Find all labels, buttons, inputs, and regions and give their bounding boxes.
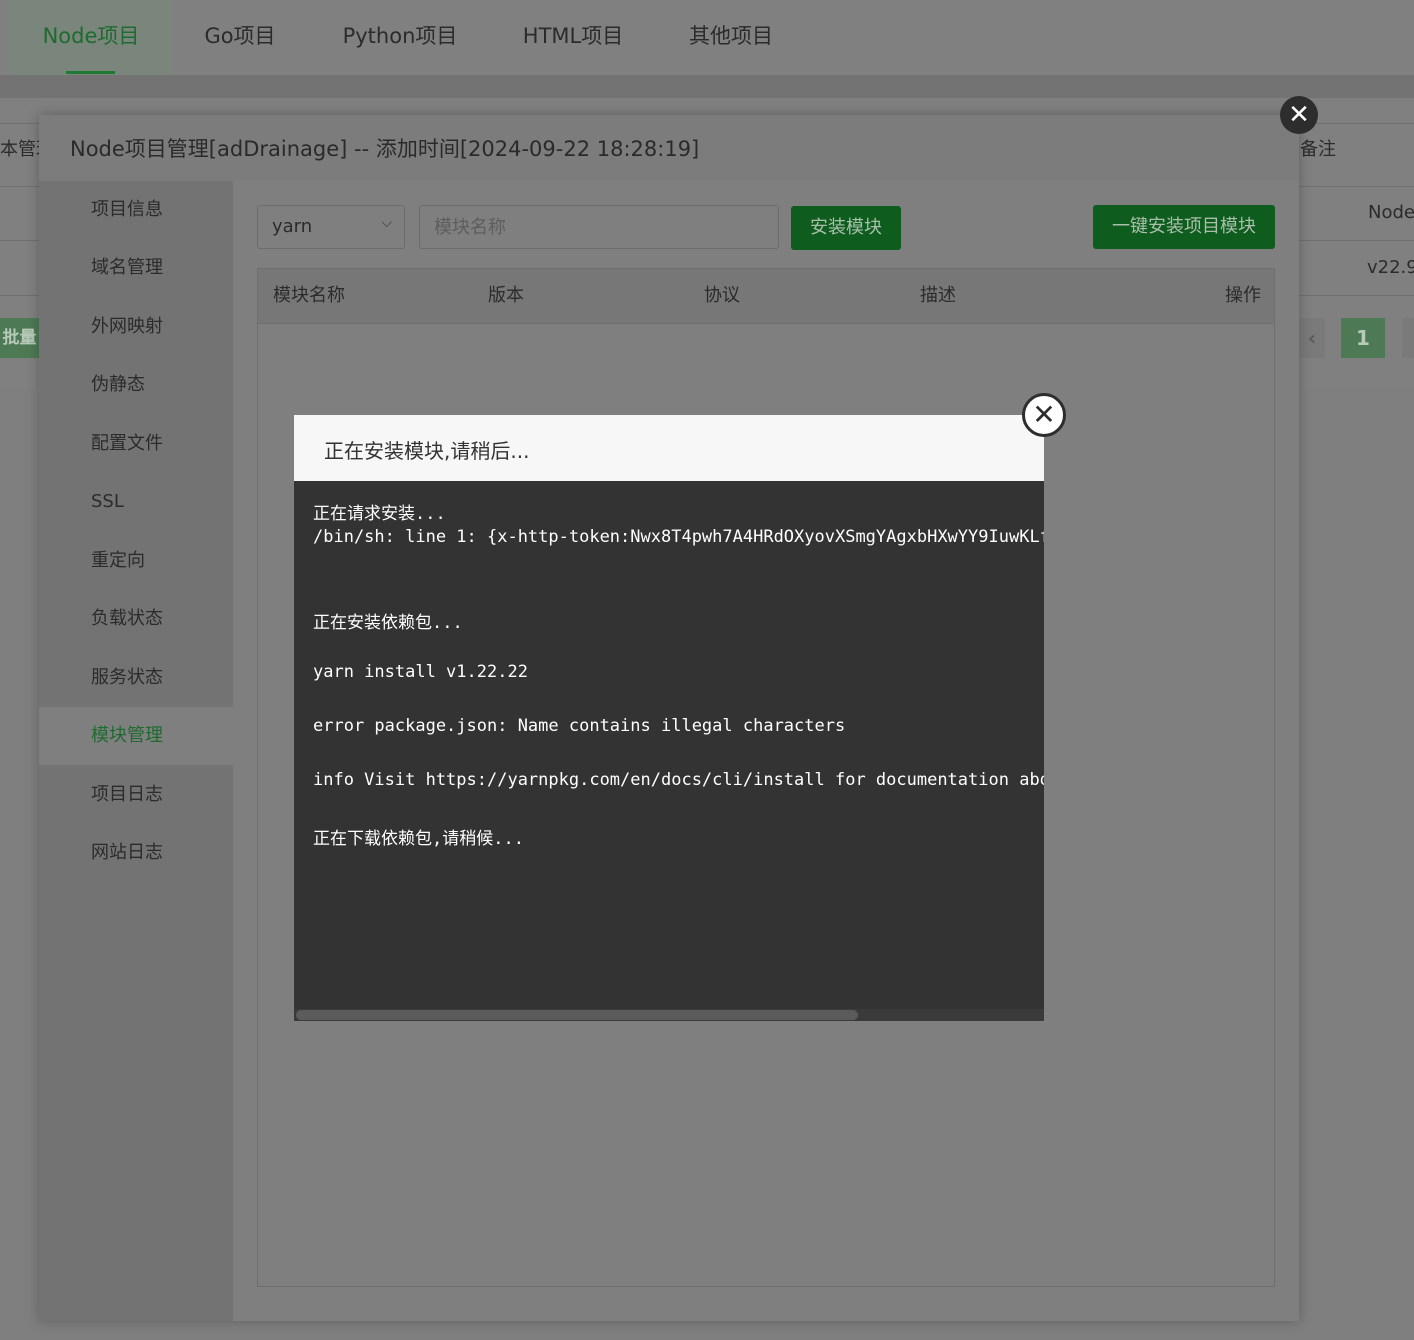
close-dialog-icon[interactable]: ✕ bbox=[1280, 96, 1318, 134]
top-tab-bar: Node项目 Go项目 Python项目 HTML项目 其他项目 bbox=[0, 0, 1414, 75]
sidebar-item-site-log[interactable]: 网站日志 bbox=[39, 824, 233, 882]
package-manager-select[interactable]: yarn ⌵ bbox=[257, 205, 405, 249]
column-description: 描述 bbox=[920, 285, 956, 306]
install-modal-header: 正在安装模块,请稍后... bbox=[294, 415, 1044, 481]
tab-node-projects[interactable]: Node项目 bbox=[10, 0, 172, 75]
dialog-title: Node项目管理[adDrainage] -- 添加时间[2024-09-22 … bbox=[70, 137, 700, 161]
sidebar-item-config-file[interactable]: 配置文件 bbox=[39, 415, 233, 473]
tab-other-projects[interactable]: 其他项目 bbox=[676, 0, 786, 75]
active-tab-indicator bbox=[66, 71, 115, 74]
install-progress-modal: 正在安装模块,请稍后... 正在请求安装... /bin/sh: line 1:… bbox=[294, 415, 1044, 1021]
background-remark-header: 备注 bbox=[1300, 139, 1336, 160]
install-modal-title: 正在安装模块,请稍后... bbox=[324, 439, 530, 463]
sidebar-item-external-mapping[interactable]: 外网映射 bbox=[39, 298, 233, 356]
package-manager-value: yarn bbox=[272, 216, 313, 237]
log-line: 正在下载依赖包,请稍候... bbox=[313, 829, 524, 849]
module-name-input[interactable] bbox=[419, 205, 779, 249]
sidebar-item-service-status[interactable]: 服务状态 bbox=[39, 649, 233, 707]
tab-go-projects[interactable]: Go项目 bbox=[190, 0, 290, 75]
background-node-version: v22.9 bbox=[1367, 257, 1414, 278]
sidebar-item-domain-manage[interactable]: 域名管理 bbox=[39, 239, 233, 297]
page-divider-band bbox=[0, 75, 1414, 98]
dialog-header: Node项目管理[adDrainage] -- 添加时间[2024-09-22 … bbox=[39, 115, 1299, 182]
background-node-column: Node bbox=[1368, 202, 1414, 223]
log-line: 正在请求安装... bbox=[313, 504, 446, 524]
log-line: 正在安装依赖包... bbox=[313, 613, 463, 633]
background-header-fragment: 本管理 bbox=[0, 139, 39, 160]
background-page-prev[interactable]: ‹ bbox=[1299, 318, 1325, 358]
log-line: info Visit https://yarnpkg.com/en/docs/c… bbox=[313, 770, 1044, 790]
sidebar-item-project-log[interactable]: 项目日志 bbox=[39, 766, 233, 824]
log-line: error package.json: Name contains illega… bbox=[313, 716, 846, 736]
sidebar-item-ssl[interactable]: SSL bbox=[39, 473, 233, 531]
column-module-name: 模块名称 bbox=[273, 285, 345, 306]
column-version: 版本 bbox=[488, 285, 524, 306]
background-batch-button[interactable]: 批量 bbox=[0, 318, 39, 358]
log-line: yarn install v1.22.22 bbox=[313, 662, 528, 682]
log-line: /bin/sh: line 1: {x-http-token:Nwx8T4pwh… bbox=[313, 527, 1044, 547]
background-page-current[interactable]: 1 bbox=[1341, 318, 1385, 358]
dialog-sidebar: 项目信息 域名管理 外网映射 伪静态 配置文件 SSL 重定向 负载状态 服务状… bbox=[39, 181, 233, 1321]
close-install-modal-icon[interactable]: ✕ bbox=[1022, 393, 1066, 437]
install-all-modules-button[interactable]: 一键安装项目模块 bbox=[1093, 205, 1275, 249]
chevron-down-icon: ⌵ bbox=[381, 215, 392, 231]
column-license: 协议 bbox=[704, 285, 740, 306]
background-page-next[interactable] bbox=[1402, 318, 1414, 358]
sidebar-item-redirect[interactable]: 重定向 bbox=[39, 532, 233, 590]
tab-html-projects[interactable]: HTML项目 bbox=[508, 0, 638, 75]
tab-python-projects[interactable]: Python项目 bbox=[330, 0, 470, 75]
sidebar-item-module-manage[interactable]: 模块管理 bbox=[39, 707, 233, 765]
scrollbar-thumb[interactable] bbox=[296, 1010, 858, 1020]
sidebar-item-load-status[interactable]: 负载状态 bbox=[39, 590, 233, 648]
module-table-header: 模块名称 版本 协议 描述 操作 bbox=[258, 269, 1274, 324]
sidebar-item-rewrite[interactable]: 伪静态 bbox=[39, 356, 233, 414]
column-actions: 操作 bbox=[1225, 285, 1261, 306]
install-module-button[interactable]: 安装模块 bbox=[791, 206, 901, 250]
install-log-console[interactable]: 正在请求安装... /bin/sh: line 1: {x-http-token… bbox=[294, 481, 1044, 1021]
sidebar-item-project-info[interactable]: 项目信息 bbox=[39, 181, 233, 239]
